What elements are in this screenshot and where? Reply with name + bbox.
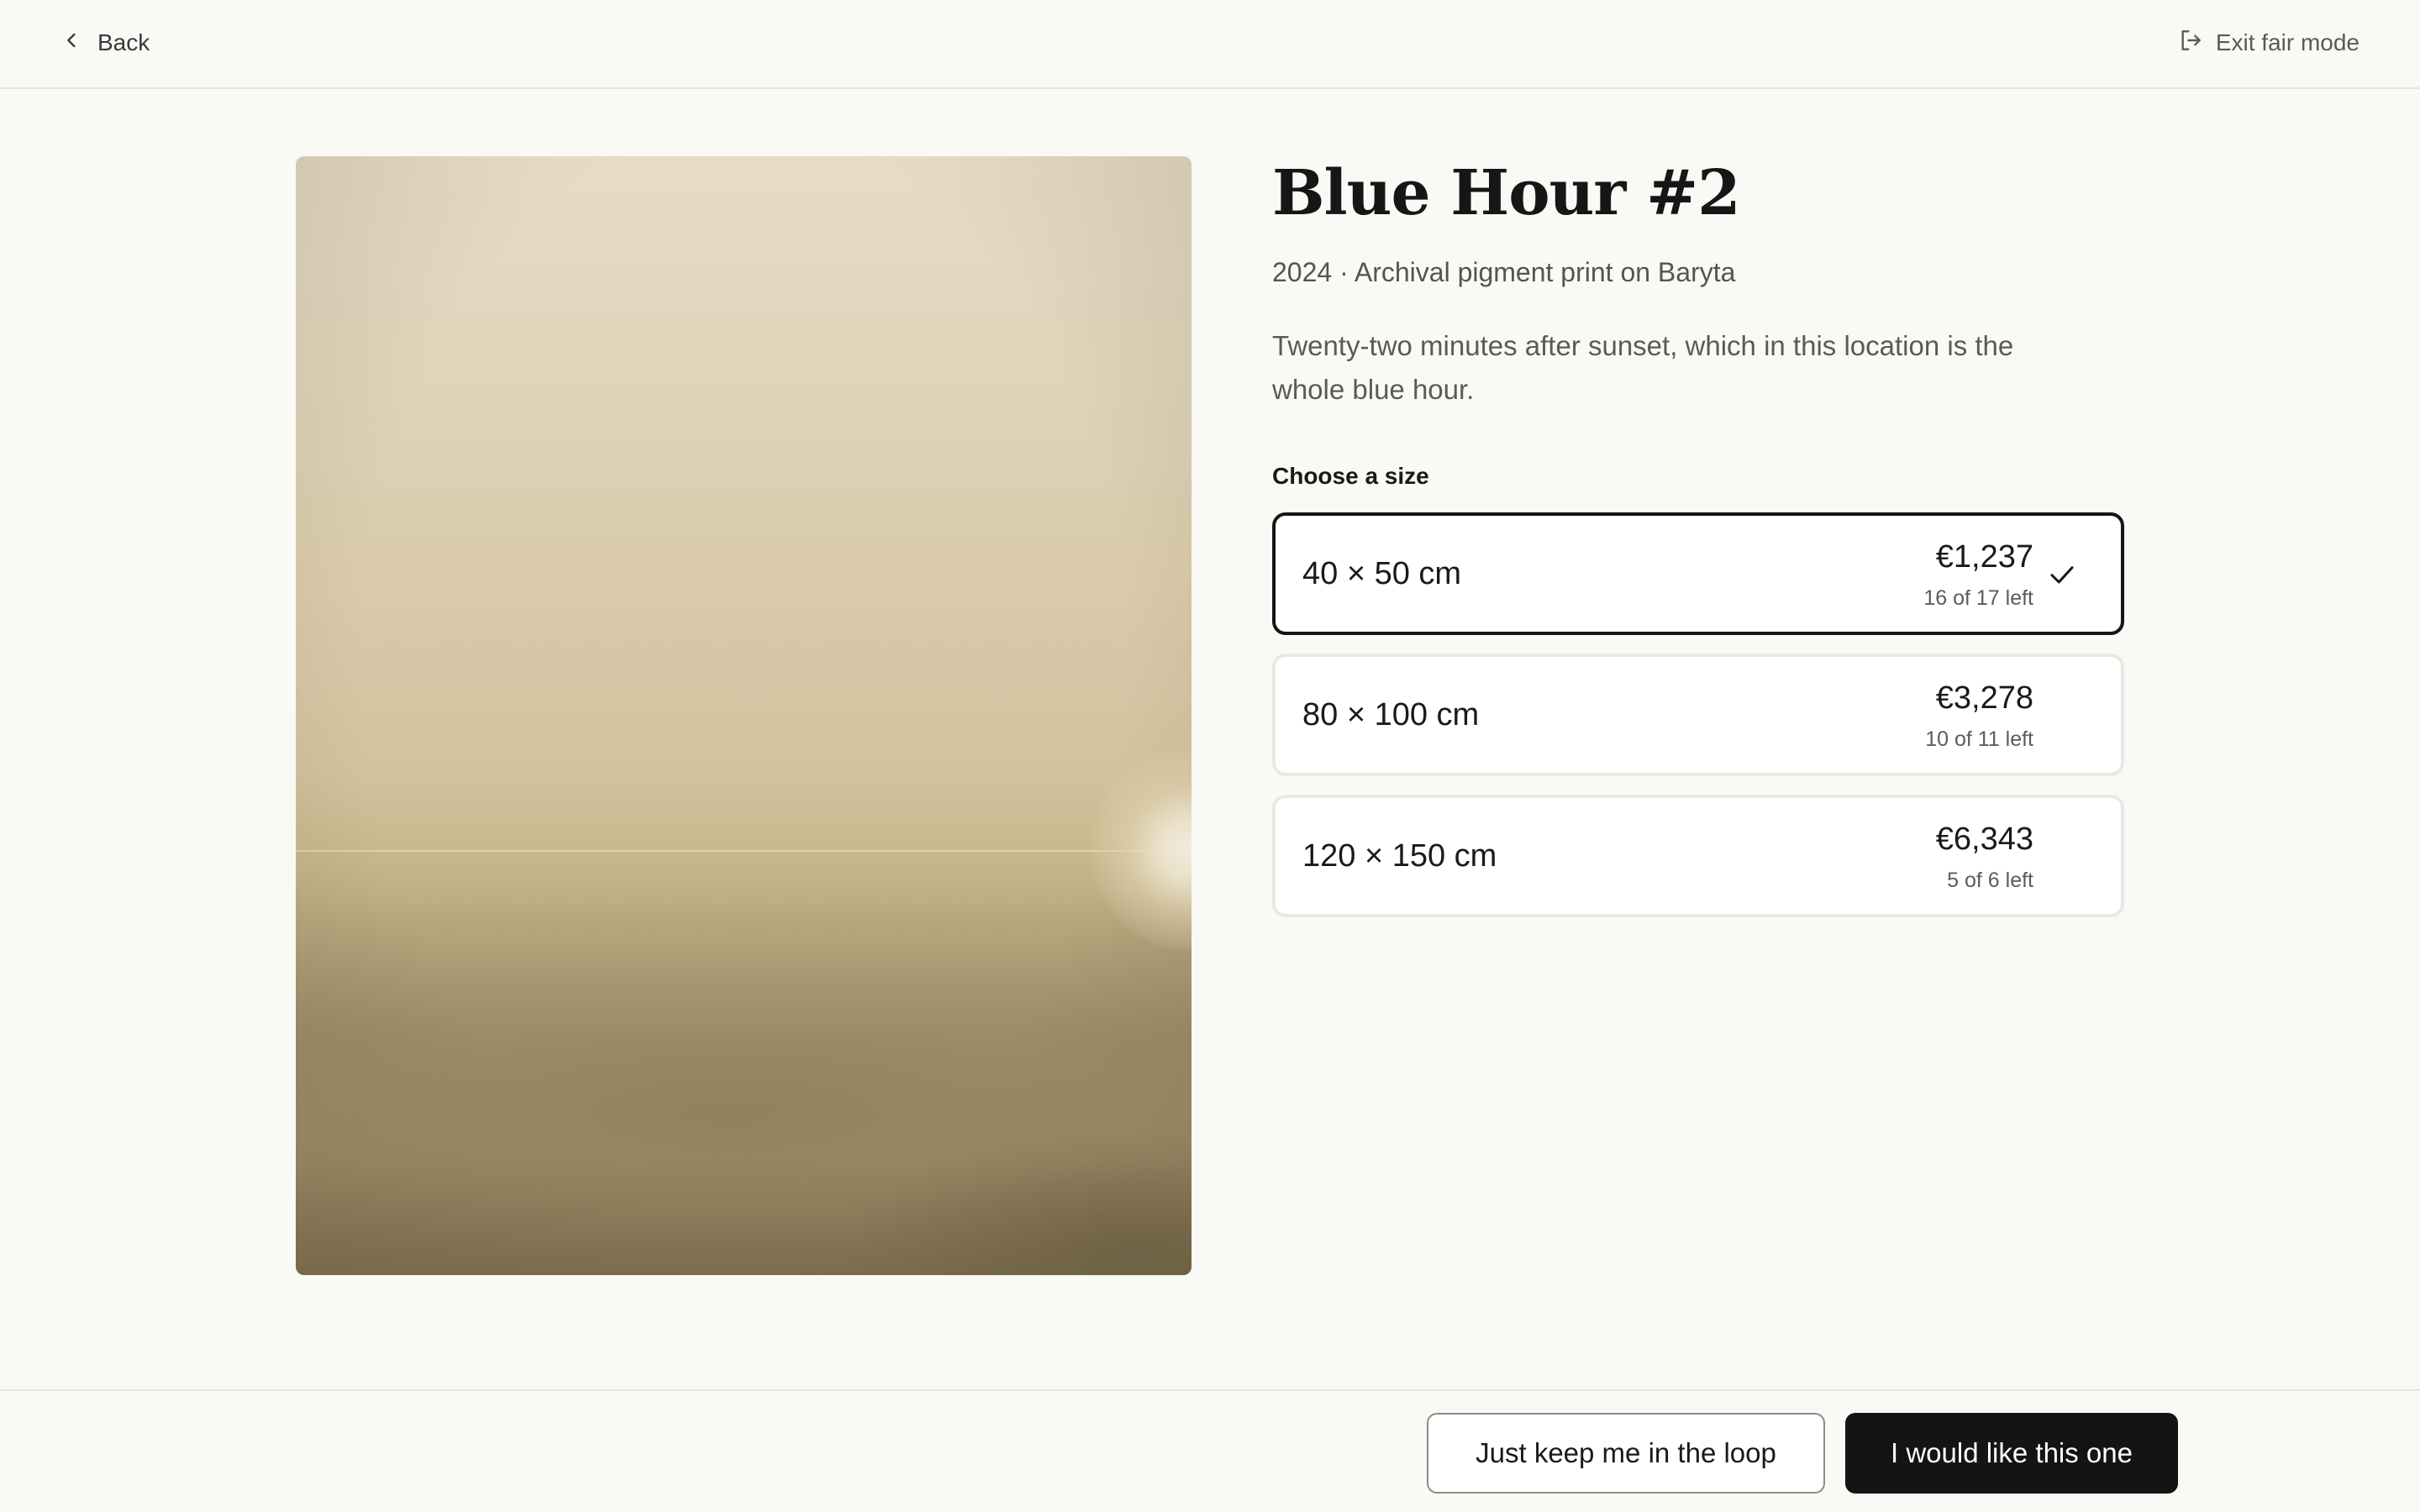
artwork-description: Twenty-two minutes after sunset, which i… [1272, 330, 2014, 405]
request-artwork-button[interactable]: I would like this one [1845, 1413, 2178, 1494]
size-option-80x100[interactable]: 80 × 100 cm €3,278 10 of 11 left [1272, 654, 2124, 776]
checkmark-icon [2047, 559, 2077, 590]
top-bar: Back Exit fair mode [0, 0, 2420, 89]
exit-fair-mode-button[interactable]: Exit fair mode [2177, 25, 2360, 60]
back-label: Back [97, 29, 150, 55]
size-price: €3,278 [1935, 680, 2033, 716]
size-price: €1,237 [1935, 539, 2033, 575]
size-dimensions: 80 × 100 cm [1302, 696, 1480, 732]
artwork-details: Blue Hour #2 2024 · Archival pigment pri… [1272, 151, 2124, 936]
keep-in-loop-button[interactable]: Just keep me in the loop [1427, 1413, 1825, 1494]
size-options: 40 × 50 cm €1,237 16 of 17 left 80 × 100… [1272, 512, 2124, 917]
size-stock: 5 of 6 left [1947, 869, 2033, 892]
size-stock: 16 of 17 left [1923, 586, 2033, 610]
size-dimensions: 120 × 150 cm [1302, 837, 1497, 874]
exit-fair-mode-label: Exit fair mode [2215, 29, 2360, 55]
size-picker-label: Choose a size [1272, 463, 1429, 489]
artwork-vignette [296, 156, 1192, 1275]
size-option-40x50[interactable]: 40 × 50 cm €1,237 16 of 17 left [1272, 512, 2124, 635]
size-stock: 10 of 11 left [1925, 727, 2033, 751]
chevron-left-icon [60, 29, 84, 58]
artwork-image [296, 156, 1192, 1275]
size-price: €6,343 [1935, 822, 2033, 857]
log-out-icon [2177, 27, 2204, 60]
back-button[interactable]: Back [60, 25, 150, 60]
artwork-title: Blue Hour #2 [1272, 157, 1741, 229]
size-dimensions: 40 × 50 cm [1302, 555, 1462, 591]
size-option-120x150[interactable]: 120 × 150 cm €6,343 5 of 6 left [1272, 795, 2124, 917]
artwork-meta: 2024 · Archival pigment print on Baryta [1272, 257, 1736, 287]
action-bar: Just keep me in the loop I would like th… [0, 1389, 2420, 1512]
